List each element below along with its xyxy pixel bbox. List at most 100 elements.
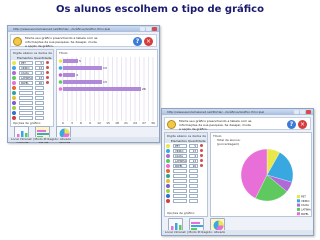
series-color-dot [12, 60, 16, 65]
quantity-field[interactable] [35, 100, 44, 105]
quantity-field[interactable] [35, 90, 44, 95]
remove-row-icon[interactable] [200, 159, 203, 162]
quantity-field[interactable]: 13 [189, 158, 198, 163]
window-titlebar: http://www.escolamaisnet.net/Portal/.../… [8, 26, 159, 32]
quantity-field[interactable] [189, 183, 198, 188]
element-name-field[interactable] [19, 100, 33, 105]
quantity-field[interactable] [189, 178, 198, 183]
series-color-dot [12, 65, 16, 70]
minimize-button[interactable] [140, 27, 145, 31]
chart-panel: Título Total de alunos: (porcentagem) PE… [210, 132, 312, 217]
remove-row-icon[interactable] [46, 61, 49, 64]
close-icon[interactable]: × [298, 120, 307, 129]
element-name-field[interactable]: VIDRO [173, 148, 187, 153]
help-icon[interactable]: ? [287, 120, 296, 129]
quantity-field[interactable]: 4 [189, 153, 198, 158]
quantity-field[interactable] [35, 110, 44, 115]
element-name-field[interactable] [19, 115, 33, 120]
quantity-field[interactable] [189, 188, 198, 193]
element-name-field[interactable]: CAIXA [19, 70, 33, 75]
element-name-field[interactable] [19, 110, 33, 115]
element-name-field[interactable] [173, 178, 187, 183]
legend-label: PET [301, 195, 306, 199]
remove-row-icon[interactable] [46, 66, 49, 69]
series-color-dot [12, 90, 16, 95]
bar-series-dot [58, 87, 63, 91]
element-name-field[interactable] [19, 90, 33, 95]
element-name-field[interactable]: PAPEL [19, 80, 33, 85]
series-color-dot [166, 183, 170, 188]
series-color-dot [12, 100, 16, 105]
legend-label: PAPEL [301, 212, 309, 216]
element-name-field[interactable] [19, 95, 33, 100]
element-name-field[interactable]: PET [173, 143, 187, 148]
element-name-field[interactable] [19, 105, 33, 110]
chart-options-label: Opções de gráfico: [167, 211, 196, 215]
remove-row-icon[interactable] [200, 149, 203, 152]
quantity-field[interactable] [189, 198, 198, 203]
element-name-field[interactable] [173, 198, 187, 203]
remove-row-icon[interactable] [200, 144, 203, 147]
series-color-dot [12, 75, 16, 80]
element-name-field[interactable] [173, 173, 187, 178]
remove-row-icon[interactable] [46, 71, 49, 74]
instructions-text: Monte seu gráfico preenchendo a tabela c… [25, 36, 98, 48]
series-color-dot [166, 143, 170, 148]
element-name-field[interactable] [173, 188, 187, 193]
window-close-button[interactable] [152, 27, 157, 31]
quantity-field[interactable]: 13 [35, 65, 44, 70]
remove-row-icon[interactable] [46, 76, 49, 79]
window-close-button[interactable] [306, 110, 311, 114]
bar-value-label: 13 [103, 66, 107, 70]
quantity-field[interactable] [189, 168, 198, 173]
quantity-field[interactable]: 5 [35, 60, 44, 65]
quantity-field[interactable] [189, 193, 198, 198]
series-color-dot [12, 70, 16, 75]
quantity-field[interactable]: 13 [35, 75, 44, 80]
quantity-field[interactable]: 13 [189, 148, 198, 153]
element-name-field[interactable]: PAPEL [173, 163, 187, 168]
series-color-dot [12, 115, 16, 120]
quantity-field[interactable] [35, 115, 44, 120]
legend-swatch [297, 195, 300, 198]
quantity-field[interactable] [35, 85, 44, 90]
element-name-field[interactable] [19, 85, 33, 90]
bar [63, 80, 102, 84]
element-name-field[interactable]: PET [19, 60, 33, 65]
series-color-dot [166, 163, 170, 168]
quantity-field[interactable]: 4 [35, 70, 44, 75]
series-color-dot [166, 168, 170, 173]
window-title: http://www.escolamaisnet.net/Portal/.../… [13, 27, 111, 31]
quantity-field[interactable] [35, 105, 44, 110]
pie-chart: PETVIDROCAIXALATINHAPAPEL [240, 148, 311, 216]
legend-swatch [297, 207, 300, 211]
table-body: PET 5 VIDRO 13 CAIXA 4 LATINHA 13 PAPEL 26 [11, 60, 53, 120]
element-name-field[interactable] [173, 168, 187, 173]
remove-row-icon[interactable] [200, 164, 203, 167]
minimize-button[interactable] [294, 110, 299, 114]
chart-options-label: Opções de gráfico: [13, 121, 42, 125]
element-name-field[interactable]: VIDRO [19, 65, 33, 70]
status-bar: Local intranet | Modo Protegido: Ativado [8, 137, 159, 142]
series-color-dot [166, 193, 170, 198]
close-icon[interactable]: × [144, 37, 153, 46]
maximize-button[interactable] [146, 27, 151, 31]
quantity-field[interactable] [189, 173, 198, 178]
element-name-field[interactable] [173, 183, 187, 188]
remove-row-icon[interactable] [46, 81, 49, 84]
help-icon[interactable]: ? [133, 37, 142, 46]
series-color-dot [166, 148, 170, 153]
quantity-field[interactable] [35, 95, 44, 100]
remove-row-icon[interactable] [200, 154, 203, 157]
series-color-dot [166, 178, 170, 183]
element-name-field[interactable]: LATINHA [19, 75, 33, 80]
element-name-field[interactable]: CAIXA [173, 153, 187, 158]
quantity-field[interactable]: 5 [189, 143, 198, 148]
quantity-field[interactable]: 26 [35, 80, 44, 85]
maximize-button[interactable] [300, 110, 305, 114]
quantity-field[interactable]: 26 [189, 163, 198, 168]
legend-swatch [297, 212, 300, 216]
element-name-field[interactable]: LATINHA [173, 158, 187, 163]
element-name-field[interactable] [173, 193, 187, 198]
window-titlebar: http://www.escolamaisnet.net/Portal/.../… [162, 109, 313, 115]
